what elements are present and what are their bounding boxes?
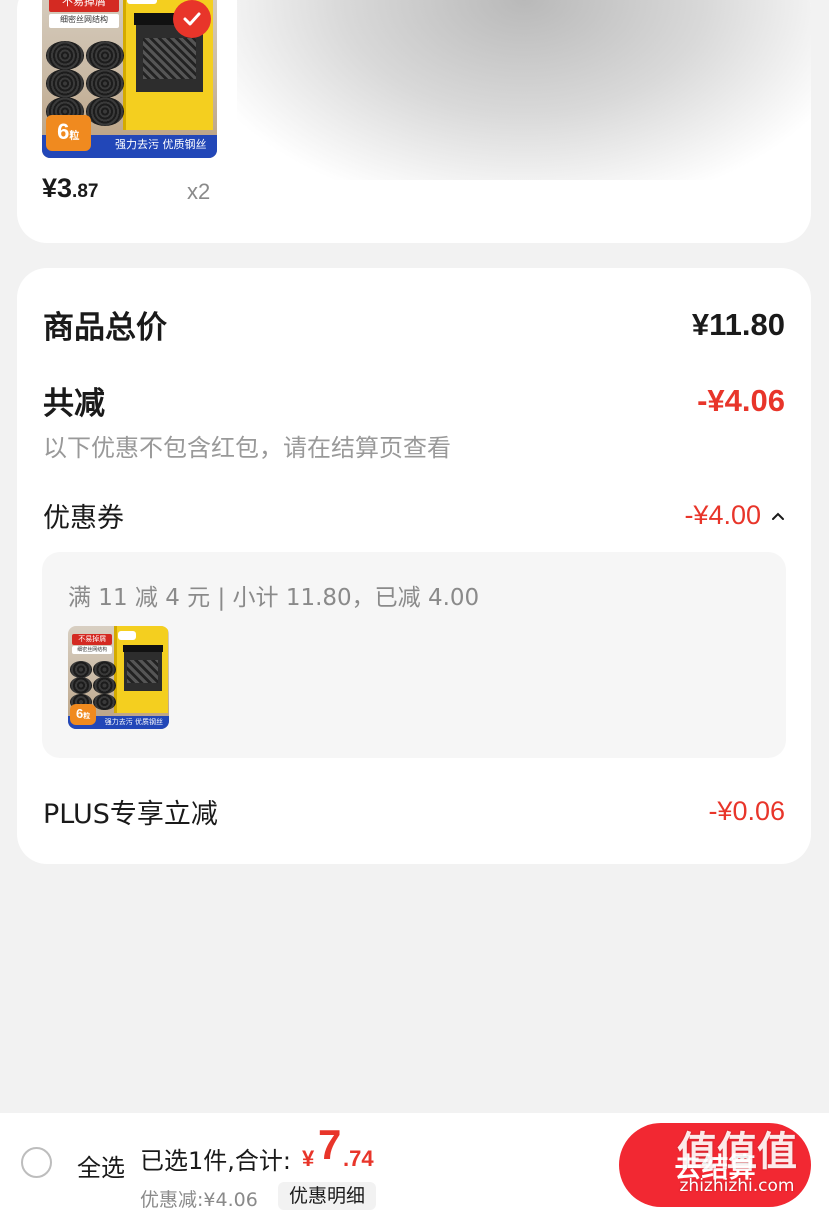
product-quantity: x2 — [187, 179, 211, 204]
image-tag-red: 不易掉屑 — [72, 634, 113, 645]
discount-amount: 优惠减:¥4.06 — [140, 1189, 258, 1211]
reduction-note: 以下优惠不包含红包，请在结算页查看 — [43, 434, 451, 462]
plus-discount-value: -¥0.06 — [708, 796, 785, 826]
total-price-label: 商品总价 — [43, 310, 167, 346]
coupon-row[interactable]: 优惠券 -¥4.00 — [43, 496, 785, 535]
coupon-detail-text: 满 11 减 4 元 | 小计 11.80，已减 4.00 — [68, 585, 480, 611]
total-reduction-row: 共减 -¥4.06 — [43, 378, 785, 423]
plus-discount-row: PLUS专享立减 -¥0.06 — [43, 792, 785, 831]
chevron-up-icon[interactable] — [771, 505, 785, 526]
product-price-main: ¥3 — [42, 173, 73, 203]
grand-total-symbol: ¥ — [302, 1146, 315, 1171]
product-price-decimal: .87 — [72, 181, 99, 202]
image-count-unit: 粒 — [83, 713, 91, 721]
product-image: 不易掉屑 细密丝网结构 强力去污 优质钢丝 6粒 — [68, 626, 169, 729]
coupon-product-thumbnail[interactable]: 不易掉屑 细密丝网结构 强力去污 优质钢丝 6粒 — [68, 626, 169, 729]
selected-check-icon[interactable] — [173, 0, 211, 38]
image-tag-white: 细密丝网结构 — [72, 645, 113, 654]
total-reduction-label: 共减 — [43, 386, 105, 422]
select-all-radio[interactable] — [21, 1147, 52, 1178]
image-count: 6 — [57, 119, 70, 145]
coupon-detail-box: 满 11 减 4 元 | 小计 11.80，已减 4.00 不易掉屑 细密丝网结… — [42, 552, 786, 758]
coupon-label: 优惠券 — [43, 503, 124, 534]
product-price: ¥3.87 — [42, 173, 98, 204]
image-count-unit: 粒 — [69, 131, 80, 143]
selected-summary-label: 已选1件,合计: — [140, 1147, 291, 1175]
image-count-badge: 6粒 — [45, 115, 91, 151]
steel-balls-graphic — [45, 40, 127, 126]
select-all-label[interactable]: 全选 — [77, 1148, 125, 1183]
grand-total-decimal: .74 — [343, 1146, 374, 1171]
coupon-value: -¥4.00 — [684, 500, 761, 530]
total-price-row: 商品总价 ¥11.80 — [43, 302, 785, 347]
total-reduction-value: -¥4.06 — [697, 382, 785, 418]
product-thumbnail[interactable]: 不易掉屑 细密丝网结构 强力去污 优质钢丝 6粒 — [42, 0, 217, 158]
image-count-badge: 6粒 — [70, 704, 97, 725]
checkout-bar: 全选 已选1件,合计: ¥ 7 .74 优惠减:¥4.06 优惠明细 去结算 — [0, 1113, 829, 1219]
image-tag-white: 细密丝网结构 — [49, 13, 119, 29]
blurred-background — [237, 0, 811, 180]
coupon-value-wrap[interactable]: -¥4.00 — [684, 500, 785, 531]
cart-item-card: 不易掉屑 细密丝网结构 强力去污 优质钢丝 6粒 ¥3.87 x2 — [17, 0, 811, 243]
total-price-value: ¥11.80 — [691, 306, 785, 342]
grand-total-integer: 7 — [318, 1121, 342, 1168]
price-summary-card: 商品总价 ¥11.80 共减 -¥4.06 以下优惠不包含红包，请在结算页查看 … — [17, 268, 811, 864]
discount-detail-button[interactable]: 优惠明细 — [278, 1182, 377, 1210]
checkout-button[interactable]: 去结算 — [619, 1123, 811, 1207]
image-tag-red: 不易掉屑 — [49, 0, 119, 13]
plus-discount-label: PLUS专享立减 — [43, 799, 218, 830]
